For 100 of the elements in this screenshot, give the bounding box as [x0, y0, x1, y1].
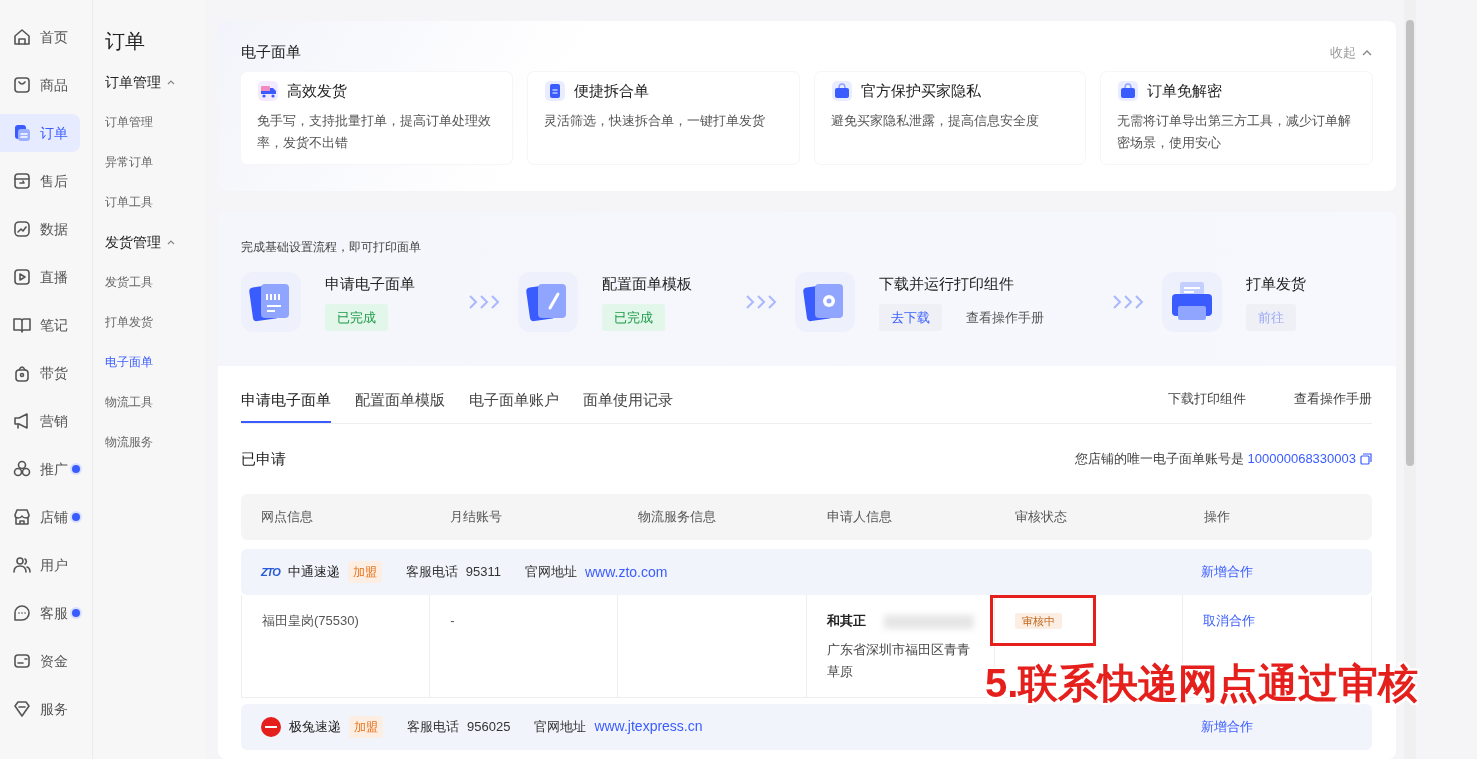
website-label: 官网地址	[525, 563, 577, 582]
menu-item[interactable]: 打单发货	[105, 310, 205, 334]
website-label: 官网地址	[534, 717, 587, 736]
return-icon	[12, 171, 32, 191]
status-badge: 已完成	[325, 303, 388, 331]
carrier-tag: 加盟	[349, 715, 383, 738]
card-title: 电子面单	[241, 42, 301, 62]
menu-item[interactable]: 物流工具	[105, 390, 205, 414]
nav-item[interactable]: 用户	[0, 546, 80, 584]
toolbar-link[interactable]: 下载打印组件	[1168, 388, 1246, 409]
nav-item[interactable]: 首页	[0, 18, 80, 56]
download-button[interactable]: 去下载	[879, 303, 942, 331]
chart-icon	[12, 219, 32, 239]
column-header: 操作	[1202, 508, 1231, 527]
tab[interactable]: 配置面单模版	[355, 372, 445, 423]
chevron-arrows-icon	[1111, 294, 1146, 310]
carrier-logo-icon	[261, 716, 281, 737]
feature-description: 无需将订单导出第三方工具，减少订单解密场景，使用安心	[1117, 112, 1353, 152]
column-header: 物流服务信息	[637, 508, 717, 527]
menu-item[interactable]: 订单管理	[105, 110, 205, 134]
feature-description: 灵活筛选，快速拆合单，一键打单发货	[543, 112, 766, 130]
phone-label: 客服电话	[407, 717, 459, 736]
step-title: 配置面单模板	[602, 274, 692, 294]
table-cell: -	[430, 595, 619, 697]
nav-item[interactable]: 推广	[0, 450, 80, 488]
section-title: 订单	[105, 29, 145, 54]
bag-icon	[12, 75, 32, 95]
printer-icon	[1162, 272, 1222, 332]
cancel-cooperation-link[interactable]: 取消合作	[1202, 613, 1255, 628]
manual-link[interactable]: 查看操作手册	[966, 303, 1044, 331]
phone-number: 95311	[465, 563, 501, 582]
feature-description: 避免买家隐私泄露，提高信息安全度	[830, 112, 1040, 130]
pen-document-icon	[518, 272, 578, 332]
home-icon	[12, 27, 32, 47]
nav-item[interactable]: 资金	[0, 642, 80, 680]
store-icon	[12, 507, 32, 527]
website-link[interactable]: www.zto.com	[585, 561, 668, 583]
nav-item[interactable]: 服务	[0, 690, 80, 728]
menu-item[interactable]: 发货工具	[105, 270, 205, 294]
applicant-address: 广东省深圳市福田区青青草原	[826, 640, 971, 681]
carrier-name: 中通速递	[287, 563, 340, 582]
nav-item[interactable]: 店铺	[0, 498, 80, 536]
section-title: 已申请	[241, 448, 286, 469]
users-icon	[12, 555, 32, 575]
book-icon	[12, 315, 32, 335]
circles-icon	[12, 459, 32, 479]
scrollbar-thumb[interactable]	[1406, 20, 1414, 466]
menu-item[interactable]: 订单工具	[105, 190, 205, 214]
feature-title: 高效发货	[287, 80, 347, 101]
add-cooperation-link[interactable]: 新增合作	[1201, 562, 1253, 582]
lock-bag-icon	[12, 363, 32, 383]
column-header: 月结账号	[448, 508, 503, 527]
nav-item[interactable]: 数据	[0, 210, 80, 248]
toolbar-link[interactable]: 查看操作手册	[1294, 388, 1372, 409]
annotation-text: 5.联系快递网点通过审核	[985, 662, 1419, 704]
document-stack-icon	[241, 272, 301, 332]
chevron-arrows-icon	[744, 294, 779, 310]
chevron-icon	[167, 79, 175, 85]
nav-item[interactable]: 直播	[0, 258, 80, 296]
nav-item[interactable]: 营销	[0, 402, 80, 440]
diamond-icon	[12, 699, 32, 719]
menu-item[interactable]: 物流服务	[105, 430, 205, 454]
website-link[interactable]: www.jtexpress.cn	[594, 716, 703, 737]
nav-item[interactable]: 客服	[0, 594, 80, 632]
tab[interactable]: 电子面单账户	[469, 372, 559, 423]
status-tag: 审核中	[1014, 613, 1062, 629]
applicant-name: 和其正	[826, 613, 866, 628]
step-title: 打单发货	[1246, 274, 1306, 294]
nav-item[interactable]: 订单	[0, 114, 80, 152]
account-number-link[interactable]: 100000068330003	[1247, 449, 1356, 469]
document-icon	[12, 123, 32, 143]
column-header: 申请人信息	[825, 508, 893, 527]
nav-item[interactable]: 售后	[0, 162, 80, 200]
nav-item[interactable]: 带货	[0, 354, 80, 392]
chevron-icon	[167, 239, 175, 245]
feature-title: 官方保护买家隐私	[860, 80, 981, 101]
status-badge: 已完成	[602, 303, 665, 331]
feature-description: 免手写，支持批量打单，提高订单处理效率，发货不出错	[257, 112, 492, 152]
nav-item[interactable]: 商品	[0, 66, 80, 104]
menu-group[interactable]: 发货管理	[105, 230, 205, 254]
nav-item[interactable]: 笔记	[0, 306, 80, 344]
setup-hint: 完成基础设置流程，即可打印面单	[241, 239, 422, 256]
account-label: 您店铺的唯一电子面单账号是	[1074, 450, 1244, 469]
menu-group[interactable]: 订单管理	[105, 70, 205, 94]
table-cell: 福田皇岗(75530)	[242, 595, 431, 697]
menu-item[interactable]: 异常订单	[105, 150, 205, 174]
menu-item[interactable]: 电子面单	[105, 350, 205, 374]
wallet-icon	[12, 651, 32, 671]
add-cooperation-link[interactable]: 新增合作	[1201, 716, 1253, 737]
step-title: 申请电子面单	[325, 274, 415, 294]
tab[interactable]: 面单使用记录	[583, 372, 673, 423]
column-header: 网点信息	[260, 508, 314, 527]
column-header: 审核状态	[1014, 508, 1068, 527]
play-icon	[12, 267, 32, 287]
step-title: 下载并运行打印组件	[879, 274, 1014, 294]
tab[interactable]: 申请电子面单	[241, 372, 331, 423]
chat-icon	[12, 603, 32, 623]
carrier-tag: 加盟	[347, 561, 382, 583]
chevron-arrows-icon	[467, 294, 502, 310]
feature-title: 订单免解密	[1147, 80, 1223, 101]
